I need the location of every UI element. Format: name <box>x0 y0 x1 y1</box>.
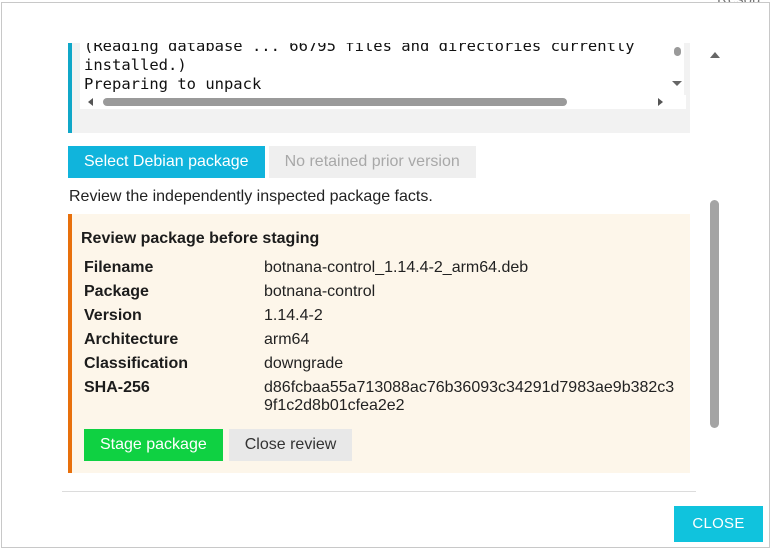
log-line: installed.) <box>84 56 187 74</box>
prior-version-button: No retained prior version <box>268 146 476 178</box>
review-actions: Stage package Close review <box>84 429 353 461</box>
install-log-panel: (Reading database ... 66795 files and di… <box>68 43 690 133</box>
package-dialog: (Reading database ... 66795 files and di… <box>1 2 770 548</box>
dialog-scroll-area: (Reading database ... 66795 files and di… <box>68 43 690 483</box>
log-line: (Reading database ... 66795 files and di… <box>84 43 635 55</box>
footer-divider <box>62 491 696 492</box>
log-horizontal-thumb[interactable] <box>103 98 567 106</box>
scroll-left-arrow-icon[interactable] <box>88 98 93 106</box>
fact-key: SHA-256 <box>84 379 150 396</box>
fact-value: 1.14.4-2 <box>264 307 323 324</box>
dialog-vertical-scrollbar[interactable] <box>707 47 723 493</box>
log-vertical-thumb[interactable] <box>674 47 681 56</box>
close-dialog-button[interactable]: CLOSE <box>674 506 763 542</box>
fact-key: Architecture <box>84 331 179 348</box>
dialog-scroll-thumb[interactable] <box>710 200 719 428</box>
fact-key: Package <box>84 283 149 300</box>
log-line: Preparing to unpack <box>84 75 262 93</box>
fact-value: botnana-control <box>264 283 376 300</box>
log-vertical-scrollbar[interactable] <box>670 43 684 95</box>
fact-key: Version <box>84 307 142 324</box>
log-horizontal-scrollbar[interactable] <box>80 95 686 109</box>
fact-value: downgrade <box>264 355 344 372</box>
scroll-down-arrow-icon[interactable] <box>672 81 682 86</box>
select-debian-package-button[interactable]: Select Debian package <box>68 146 265 178</box>
fact-value: botnana-control_1.14.4-2_arm64.deb <box>264 259 529 276</box>
install-log-output: (Reading database ... 66795 files and di… <box>80 43 684 97</box>
close-review-button[interactable]: Close review <box>228 429 353 461</box>
scroll-right-arrow-icon[interactable] <box>658 98 663 106</box>
fact-key: Filename <box>84 259 154 276</box>
review-title: Review package before staging <box>81 230 320 247</box>
fact-value: arm64 <box>264 331 310 348</box>
review-hint-text: Review the independently inspected packa… <box>69 188 433 205</box>
package-actions: Select Debian package No retained prior v… <box>68 146 476 178</box>
fact-value: d86fcbaa55a713088ac76b36093c34291d7983ae… <box>264 379 675 414</box>
scroll-up-arrow-icon[interactable] <box>710 52 720 58</box>
review-panel: Review package before staging Filename b… <box>68 214 690 473</box>
stage-package-button[interactable]: Stage package <box>84 429 223 461</box>
fact-key: Classification <box>84 355 189 372</box>
